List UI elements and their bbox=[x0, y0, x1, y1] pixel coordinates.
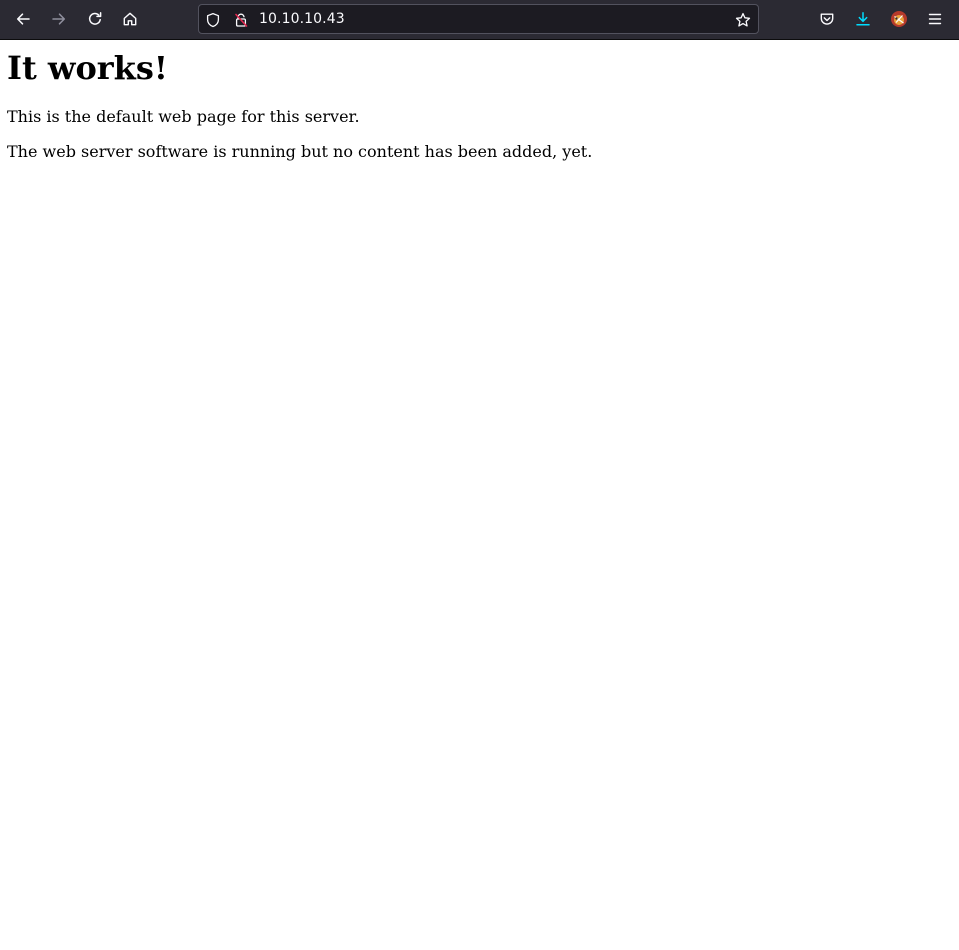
browser-toolbar: 10.10.10.43 bbox=[0, 0, 959, 40]
back-button[interactable] bbox=[9, 5, 37, 33]
extension-avatar-icon bbox=[890, 10, 908, 28]
star-icon[interactable] bbox=[734, 11, 752, 29]
shield-icon[interactable] bbox=[204, 11, 222, 29]
download-icon bbox=[855, 11, 871, 27]
reload-icon bbox=[87, 11, 103, 27]
home-button[interactable] bbox=[116, 5, 144, 33]
page-heading: It works! bbox=[7, 49, 168, 87]
hamburger-menu-icon bbox=[927, 11, 943, 27]
pocket-icon bbox=[819, 11, 835, 27]
app-menu-button[interactable] bbox=[921, 5, 949, 33]
address-bar[interactable]: 10.10.10.43 bbox=[198, 4, 759, 34]
home-icon bbox=[122, 11, 138, 27]
arrow-right-icon bbox=[51, 11, 67, 27]
extension-button[interactable] bbox=[885, 5, 913, 33]
downloads-button[interactable] bbox=[849, 5, 877, 33]
status-paragraph: The web server software is running but n… bbox=[7, 142, 593, 161]
reload-button[interactable] bbox=[81, 5, 109, 33]
lock-icon[interactable] bbox=[232, 11, 250, 29]
pocket-button[interactable] bbox=[813, 5, 841, 33]
page-content: It works! This is the default web page f… bbox=[0, 40, 959, 950]
arrow-left-icon bbox=[15, 11, 31, 27]
intro-paragraph: This is the default web page for this se… bbox=[7, 107, 360, 126]
url-text[interactable]: 10.10.10.43 bbox=[259, 5, 345, 33]
forward-button[interactable] bbox=[45, 5, 73, 33]
